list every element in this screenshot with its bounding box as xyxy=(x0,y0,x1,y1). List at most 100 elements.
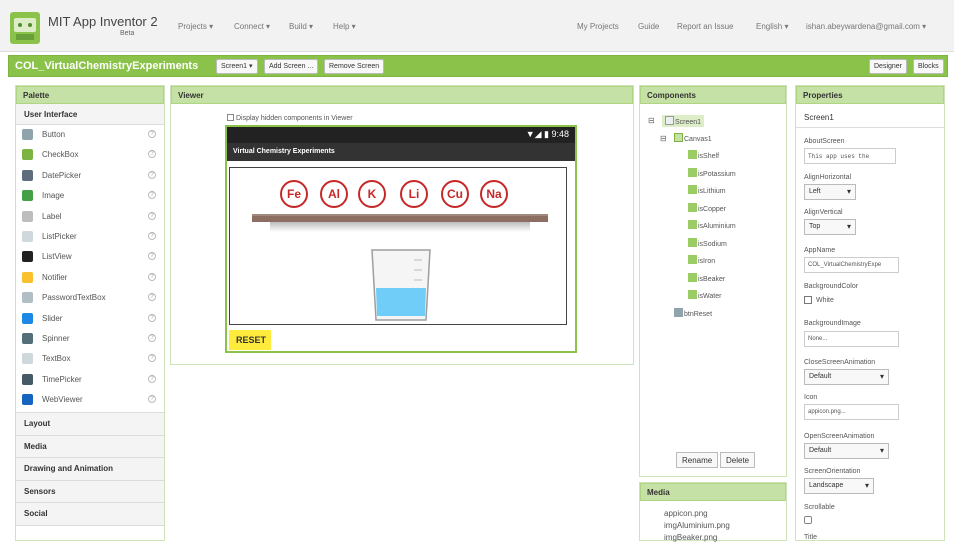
component-screen1[interactable]: Screen1 xyxy=(662,115,705,127)
component-canvas1-label: Canvas1 xyxy=(684,136,712,143)
palette-item-listview[interactable]: ListView? xyxy=(16,247,164,267)
palette-item-slider[interactable]: Slider? xyxy=(16,309,164,329)
display-hidden-option[interactable]: Display hidden components in Viewer xyxy=(227,114,353,122)
media-file-item[interactable]: appicon.png xyxy=(664,509,786,521)
element-circle-li[interactable]: Li xyxy=(400,180,428,208)
palette-item-notifier[interactable]: Notifier? xyxy=(16,268,164,288)
remove-screen-button[interactable]: Remove Screen xyxy=(324,59,385,74)
component-iscopper[interactable]: isCopper xyxy=(688,202,726,213)
palette-item-spinner[interactable]: Spinner? xyxy=(16,329,164,349)
canvas1[interactable]: Fe Al K Li Cu Na xyxy=(229,167,567,325)
nav-build[interactable]: Build ▾ xyxy=(289,22,313,31)
nav-help[interactable]: Help ▾ xyxy=(333,22,356,31)
component-ispotassium[interactable]: isPotassium xyxy=(688,167,736,178)
palette-section-user-interface[interactable]: User Interface xyxy=(16,104,164,125)
help-icon[interactable]: ? xyxy=(148,354,156,363)
palette-item-label: Slider xyxy=(42,313,63,323)
white-swatch-icon[interactable] xyxy=(804,296,812,304)
media-file-item[interactable]: imgBeaker.png xyxy=(664,533,786,545)
nav-account[interactable]: ishan.abeywardena@gmail.com ▾ xyxy=(806,22,926,31)
palette-item-passwordtextbox[interactable]: PasswordTextBox? xyxy=(16,288,164,308)
palette-item-label[interactable]: Label? xyxy=(16,207,164,227)
element-circle-cu[interactable]: Cu xyxy=(441,180,469,208)
nav-projects[interactable]: Projects ▾ xyxy=(178,22,213,31)
blocks-button[interactable]: Blocks xyxy=(913,59,944,74)
palette-item-button[interactable]: Button? xyxy=(16,125,164,145)
help-icon[interactable]: ? xyxy=(148,211,156,220)
prop-alignvertical-select[interactable]: Top xyxy=(804,219,856,235)
nav-report-issue[interactable]: Report an Issue xyxy=(677,22,733,31)
element-circle-al[interactable]: Al xyxy=(320,180,348,208)
help-icon[interactable]: ? xyxy=(148,252,156,261)
nav-guide[interactable]: Guide xyxy=(638,22,659,31)
display-hidden-label: Display hidden components in Viewer xyxy=(235,115,353,122)
prop-backgroundcolor-value[interactable]: White xyxy=(816,297,834,304)
component-islithium[interactable]: isLithium xyxy=(688,185,726,195)
screen-select[interactable]: Screen1 ▾ xyxy=(216,59,258,74)
palette-item-datepicker[interactable]: DatePicker? xyxy=(16,166,164,186)
component-isbeaker[interactable]: isBeaker xyxy=(688,272,725,283)
palette-item-label: Notifier xyxy=(42,272,68,282)
collapse-screen-icon[interactable]: ⊟ xyxy=(648,116,655,125)
media-file-item[interactable]: imgAluminium.png xyxy=(664,521,786,533)
component-isaluminium[interactable]: isAluminium xyxy=(688,220,736,230)
element-circle-fe[interactable]: Fe xyxy=(280,180,308,208)
palette-section-drawing-and-animation[interactable]: Drawing and Animation xyxy=(16,458,164,481)
prop-alignhorizontal-label: AlignHorizontal xyxy=(804,174,852,181)
component-btnreset[interactable]: btnReset xyxy=(674,308,712,318)
help-icon[interactable]: ? xyxy=(148,313,156,322)
element-circle-na[interactable]: Na xyxy=(480,180,508,208)
nav-connect[interactable]: Connect ▾ xyxy=(234,22,270,31)
display-hidden-checkbox[interactable] xyxy=(227,114,234,121)
component-isshelf[interactable]: isShelf xyxy=(688,150,719,160)
delete-button[interactable]: Delete xyxy=(720,452,756,468)
prop-appname-field[interactable]: COL_VirtualChemistryExpe xyxy=(804,257,899,273)
component-issodium[interactable]: isSodium xyxy=(688,237,727,248)
help-icon[interactable]: ? xyxy=(148,150,156,159)
prop-backgroundimage-field[interactable]: None... xyxy=(804,331,899,347)
prop-screenorientation-select[interactable]: Landscape xyxy=(804,478,874,494)
palette-section-social[interactable]: Social xyxy=(16,503,164,526)
help-icon[interactable]: ? xyxy=(148,293,156,302)
shelf-image[interactable] xyxy=(252,214,548,222)
help-icon[interactable]: ? xyxy=(148,395,156,404)
project-name: COL_VirtualChemistryExperiments xyxy=(15,60,199,72)
help-icon[interactable]: ? xyxy=(148,333,156,342)
help-icon[interactable]: ? xyxy=(148,374,156,383)
nav-my-projects[interactable]: My Projects xyxy=(577,22,619,31)
palette-item-image[interactable]: Image? xyxy=(16,186,164,206)
prop-aboutscreen-field[interactable]: This app uses the xyxy=(804,148,896,164)
add-screen-button[interactable]: Add Screen ... xyxy=(264,59,319,74)
help-icon[interactable]: ? xyxy=(148,231,156,240)
prop-alignhorizontal-select[interactable]: Left xyxy=(804,184,856,200)
palette-section-media[interactable]: Media xyxy=(16,435,164,459)
palette-item-listpicker[interactable]: ListPicker? xyxy=(16,227,164,247)
help-icon[interactable]: ? xyxy=(148,272,156,281)
palette-section-sensors[interactable]: Sensors xyxy=(16,480,164,504)
component-iswater[interactable]: isWater xyxy=(688,290,721,300)
palette-item-webviewer[interactable]: WebViewer? xyxy=(16,390,164,410)
component-isiron[interactable]: isIron xyxy=(688,255,715,265)
designer-button[interactable]: Designer xyxy=(869,59,908,74)
prop-icon-field[interactable]: appicon.png... xyxy=(804,404,899,420)
element-circle-k[interactable]: K xyxy=(358,180,386,208)
palette-item-textbox[interactable]: TextBox? xyxy=(16,349,164,369)
reset-button[interactable]: RESET xyxy=(229,330,271,350)
help-icon[interactable]: ? xyxy=(148,191,156,200)
beaker-image[interactable] xyxy=(368,246,434,324)
prop-openscreenanimation-select[interactable]: Default xyxy=(804,443,889,459)
palette-item-timepicker[interactable]: TimePicker? xyxy=(16,370,164,390)
prop-closescreenanimation-select[interactable]: Default xyxy=(804,369,889,385)
nav-language[interactable]: English ▾ xyxy=(756,22,788,31)
rename-button[interactable]: Rename xyxy=(676,452,719,468)
palette-item-list: Button? CheckBox? DatePicker? Image? Label? L… xyxy=(16,125,164,413)
help-icon[interactable]: ? xyxy=(148,130,156,138)
app-inventor-logo-icon[interactable] xyxy=(10,12,40,44)
palette-item-checkbox[interactable]: CheckBox? xyxy=(16,145,164,165)
component-canvas1[interactable]: Canvas1 xyxy=(674,133,712,143)
collapse-canvas-icon[interactable]: ⊟ xyxy=(660,134,667,143)
prop-scrollable-checkbox[interactable] xyxy=(804,516,812,524)
prop-alignvertical-label: AlignVertical xyxy=(804,209,843,216)
palette-section-layout[interactable]: Layout xyxy=(16,413,164,436)
help-icon[interactable]: ? xyxy=(148,170,156,179)
